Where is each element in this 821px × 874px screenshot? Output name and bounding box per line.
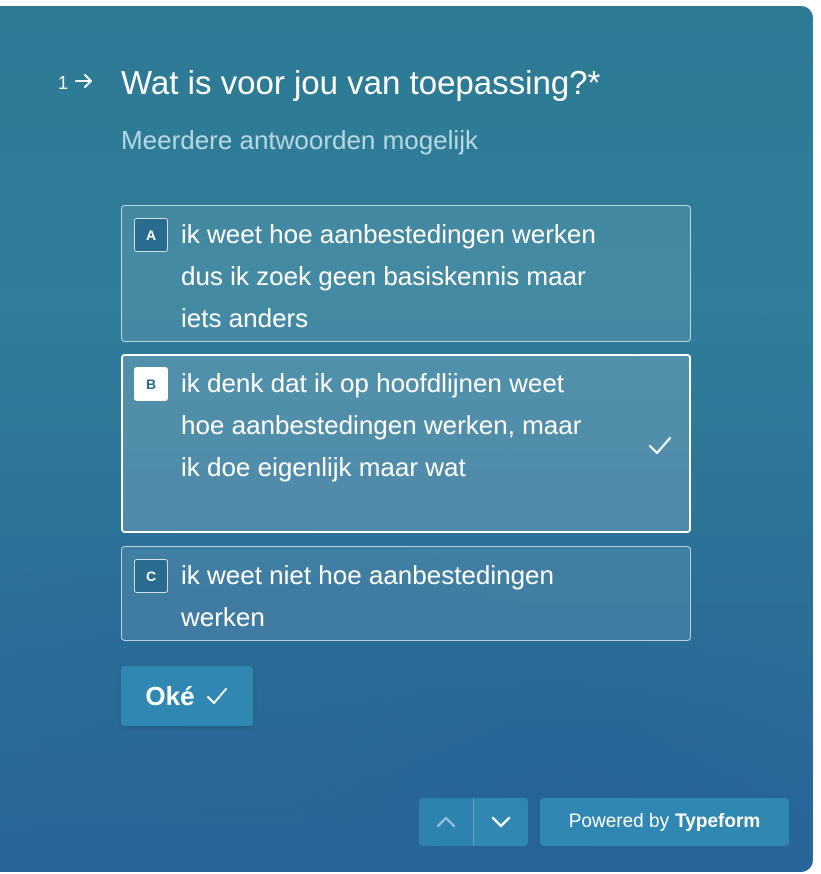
option-key-c: C bbox=[134, 559, 168, 593]
powered-by-prefix: Powered by bbox=[568, 811, 670, 832]
question-subtitle: Meerdere antwoorden mogelijk bbox=[121, 125, 478, 155]
question-number-text: 1 bbox=[58, 72, 69, 93]
option-b-label: ik denk dat ik op hoofdlijnen weet hoe a… bbox=[181, 368, 582, 482]
question-title: Wat is voor jou van toepassing?* bbox=[121, 64, 601, 101]
option-a-label: ik weet hoe aanbestedingen werken dus ik… bbox=[181, 219, 596, 333]
option-c-label: ik weet niet hoe aanbestedingen werken bbox=[181, 560, 554, 632]
question-number: 1 bbox=[58, 72, 94, 94]
chevron-up-icon bbox=[436, 816, 456, 828]
ok-button[interactable]: Oké bbox=[121, 666, 253, 726]
chevron-down-icon bbox=[491, 816, 511, 828]
ok-button-label: Oké bbox=[145, 680, 195, 711]
arrow-right-icon bbox=[74, 72, 94, 94]
question-navigation bbox=[419, 798, 528, 846]
powered-by-typeform-link[interactable]: Powered by Typeform bbox=[540, 798, 789, 846]
option-c[interactable]: C ik weet niet hoe aanbestedingen werken bbox=[121, 546, 691, 641]
checkmark-icon bbox=[206, 688, 227, 704]
option-key-b: B bbox=[134, 367, 168, 401]
option-b[interactable]: B ik denk dat ik op hoofdlijnen weet hoe… bbox=[121, 354, 691, 533]
option-a[interactable]: A ik weet hoe aanbestedingen werken dus … bbox=[121, 205, 691, 342]
form-card: 1 Wat is voor jou van toepassing?* Meerd… bbox=[0, 6, 813, 872]
next-question-button[interactable] bbox=[474, 798, 528, 846]
previous-question-button[interactable] bbox=[419, 798, 473, 846]
checkmark-icon bbox=[648, 436, 672, 455]
option-key-a: A bbox=[134, 218, 168, 252]
typeform-brand: Typeform bbox=[675, 811, 761, 832]
